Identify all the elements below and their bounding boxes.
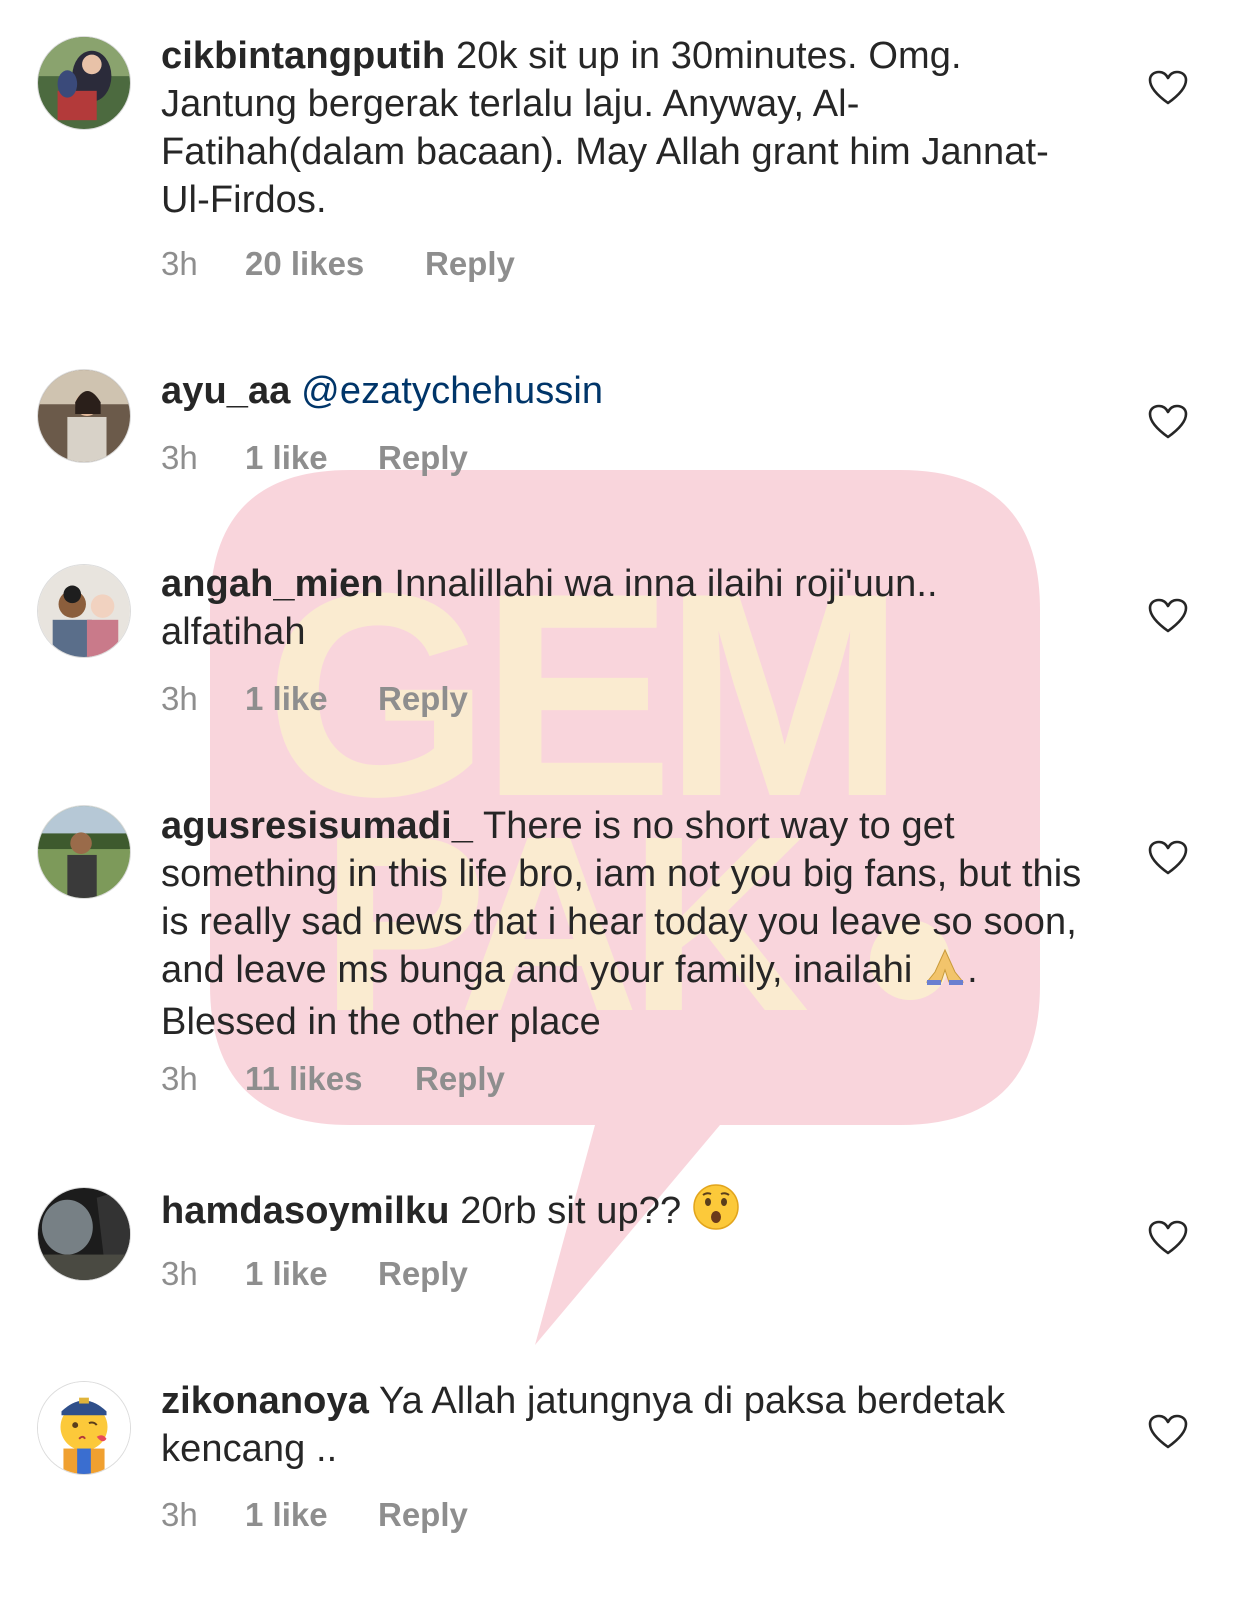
reply-button[interactable]: Reply xyxy=(378,438,468,478)
reply-button[interactable]: Reply xyxy=(378,1495,468,1535)
avatar[interactable] xyxy=(37,1381,131,1475)
timestamp: 3h xyxy=(161,680,198,717)
comment-text: zikonanoya Ya Allah jatungnya di paksa b… xyxy=(161,1377,1091,1473)
comment-content: 20rb sit up?? xyxy=(460,1190,682,1233)
astonished-face-icon xyxy=(692,1183,740,1243)
like-heart-icon[interactable] xyxy=(1148,598,1188,634)
reply-button[interactable]: Reply xyxy=(378,679,468,719)
username[interactable]: angah_mien xyxy=(161,563,384,605)
comment-text: agusresisumadi_ There is no short way to… xyxy=(161,802,1091,1046)
username[interactable]: ayu_aa xyxy=(161,370,290,412)
reply-button[interactable]: Reply xyxy=(425,244,515,284)
avatar[interactable] xyxy=(37,1187,131,1281)
username[interactable]: cikbintangputih xyxy=(161,35,445,77)
reply-button[interactable]: Reply xyxy=(378,1254,468,1294)
folded-hands-icon xyxy=(923,946,967,998)
mention-link[interactable]: @ezatychehussin xyxy=(301,370,603,412)
avatar[interactable] xyxy=(37,36,131,130)
likes-count[interactable]: 1 like xyxy=(245,438,328,478)
timestamp: 3h xyxy=(161,1255,198,1292)
timestamp: 3h xyxy=(161,439,198,476)
avatar[interactable] xyxy=(37,564,131,658)
timestamp: 3h xyxy=(161,1060,198,1097)
comment-text: ayu_aa @ezatychehussin xyxy=(161,367,1091,415)
likes-count[interactable]: 1 like xyxy=(245,1254,328,1294)
likes-count[interactable]: 1 like xyxy=(245,679,328,719)
like-heart-icon[interactable] xyxy=(1148,1414,1188,1450)
like-heart-icon[interactable] xyxy=(1148,70,1188,106)
username[interactable]: zikonanoya xyxy=(161,1380,369,1422)
username[interactable]: hamdasoymilku xyxy=(161,1190,450,1232)
comment-text: hamdasoymilku 20rb sit up?? xyxy=(161,1183,1091,1243)
avatar[interactable] xyxy=(37,805,131,899)
timestamp: 3h xyxy=(161,245,198,282)
like-heart-icon[interactable] xyxy=(1148,404,1188,440)
like-heart-icon[interactable] xyxy=(1148,1220,1188,1256)
reply-button[interactable]: Reply xyxy=(415,1059,505,1099)
likes-count[interactable]: 11 likes xyxy=(245,1059,362,1099)
timestamp: 3h xyxy=(161,1496,198,1533)
like-heart-icon[interactable] xyxy=(1148,840,1188,876)
comment-text: angah_mien Innalillahi wa inna ilaihi ro… xyxy=(161,560,1091,656)
avatar[interactable] xyxy=(37,369,131,463)
likes-count[interactable]: 20 likes xyxy=(245,244,364,284)
likes-count[interactable]: 1 like xyxy=(245,1495,328,1535)
comment-text: cikbintangputih 20k sit up in 30minutes.… xyxy=(161,32,1091,224)
username[interactable]: agusresisumadi_ xyxy=(161,805,473,847)
